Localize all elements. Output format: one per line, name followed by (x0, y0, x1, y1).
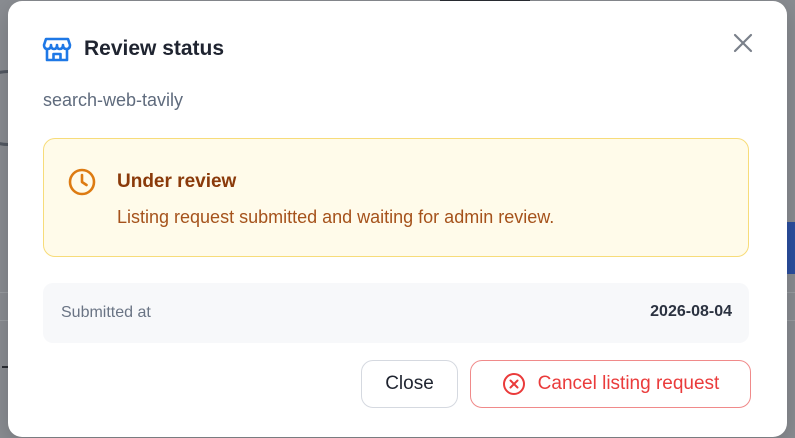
close-icon[interactable] (730, 30, 756, 56)
close-button[interactable]: Close (361, 360, 458, 408)
review-status-dialog: Review status search-web-tavily Under re… (8, 1, 787, 437)
close-button-label: Close (385, 373, 434, 394)
background-button (786, 222, 795, 274)
submitted-at-row: Submitted at 2026-08-04 (43, 283, 749, 343)
submitted-at-label: Submitted at (61, 304, 151, 321)
status-alert: Under review Listing request submitted a… (43, 138, 749, 257)
dialog-subtitle: search-web-tavily (43, 90, 184, 110)
status-message: Listing request submitted and waiting fo… (117, 207, 555, 227)
submitted-at-value: 2026-08-04 (650, 303, 732, 320)
clock-icon (67, 167, 97, 197)
dialog-header: Review status (42, 34, 224, 64)
store-icon (42, 34, 72, 64)
dialog-title: Review status (84, 37, 225, 60)
cancel-listing-request-button[interactable]: Cancel listing request (470, 360, 751, 408)
x-circle-icon (502, 372, 526, 396)
status-title: Under review (117, 171, 237, 192)
cancel-button-label: Cancel listing request (537, 373, 720, 394)
